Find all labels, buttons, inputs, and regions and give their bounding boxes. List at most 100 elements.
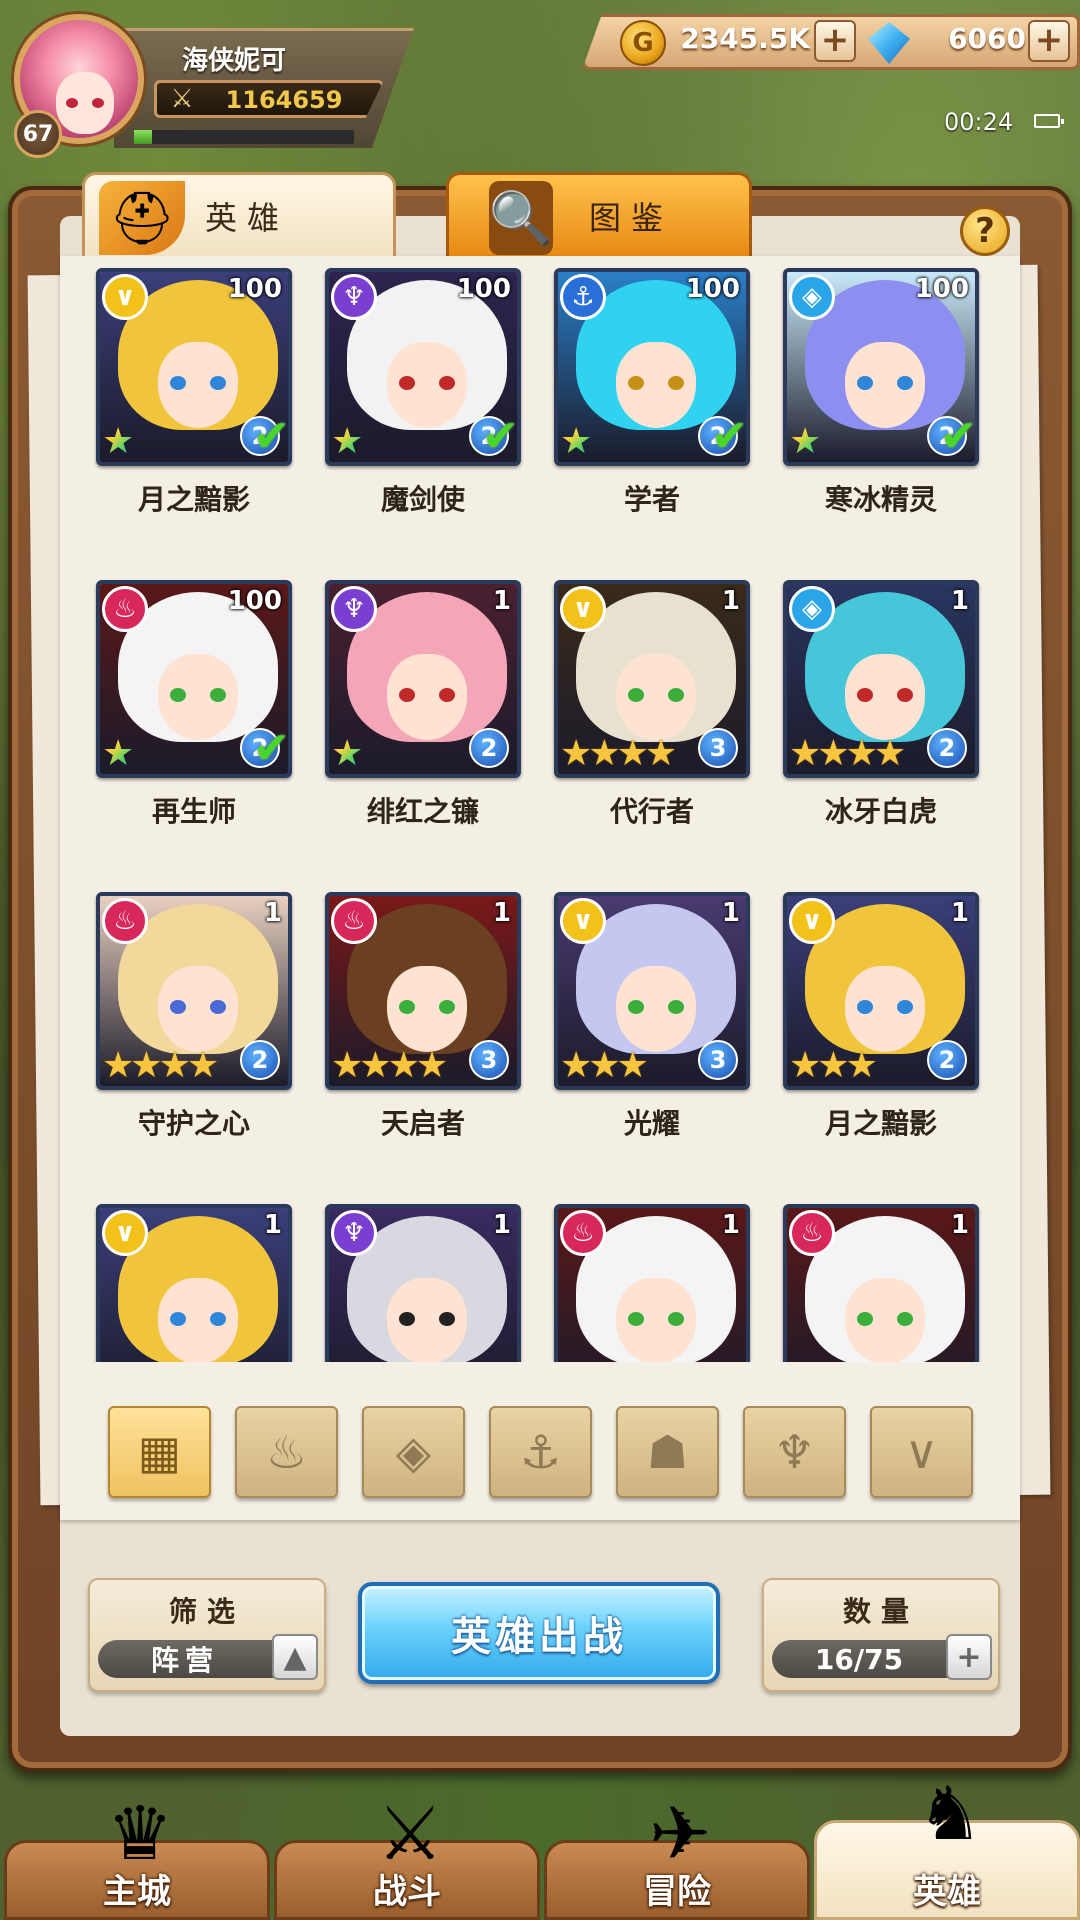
hero-card-cell[interactable]: ♆ 1 ★ 2 绯红之镰 [325, 580, 521, 892]
hero-name: 冰牙白虎 [824, 795, 937, 828]
hero-grid-scroll[interactable]: ∨ 100 ★ 2 ✔ 月之黯影 ♆ 100 ★ 2 ✔ 魔剑使 ⚓ 100 ★ 2 ✔ 学者 ◈ 100 ★ 2 ✔ 寒冰精… [60, 262, 1020, 1362]
faction-dark-icon: ♆ [331, 586, 377, 632]
tab-codex[interactable]: 🔍 图鉴 [446, 172, 752, 256]
nav-item-0[interactable]: ♛ 主城 [4, 1791, 270, 1920]
hero-card[interactable]: ◈ 100 ★ 2 ✔ [783, 268, 979, 466]
hero-card-cell[interactable]: ♆ 100 ★ 2 ✔ 魔剑使 [325, 268, 521, 580]
hero-stars: ★ [789, 424, 821, 460]
faction-dark-icon: ♆ [331, 1210, 377, 1256]
hero-level: 1 [492, 898, 511, 928]
hero-card[interactable]: ♨ 1 [783, 1204, 979, 1362]
hero-card[interactable]: ♨ 100 ★ 2 ✔ [96, 580, 292, 778]
hero-card[interactable]: ∨ 100 ★ 2 ✔ [96, 268, 292, 466]
nav-label: 英雄 [913, 1872, 981, 1912]
hero-portrait-eye [399, 1312, 415, 1326]
add-gold-button[interactable]: + [814, 20, 856, 62]
hero-card-cell[interactable]: ∨ 100 ★ 2 ✔ 月之黯影 [96, 268, 292, 580]
grid-icon: ▦ [137, 1425, 182, 1479]
hero-grade-badge: 2 [927, 1040, 967, 1080]
wings-icon: ∨ [904, 1425, 939, 1479]
hero-card-cell[interactable]: ∨ 1 ★ ★ ★ 3 光耀 [554, 892, 750, 1204]
help-button[interactable]: ? [960, 206, 1010, 256]
hero-helmet-icon: ♞ [916, 1771, 984, 1857]
tab-codex-label: 图鉴 [589, 198, 674, 237]
hero-card-cell[interactable]: ⚓ 100 ★ 2 ✔ 学者 [554, 268, 750, 580]
hero-portrait-eye [668, 376, 684, 390]
checkmark-icon: ✔ [253, 411, 290, 462]
hero-grid: ∨ 100 ★ 2 ✔ 月之黯影 ♆ 100 ★ 2 ✔ 魔剑使 ⚓ 100 ★ 2 ✔ 学者 ◈ 100 ★ 2 ✔ 寒冰精… [96, 268, 979, 1362]
filter-beast-button[interactable]: ☗ [616, 1406, 719, 1498]
magnifier-icon: 🔍 [489, 181, 553, 255]
hero-level: 1 [263, 898, 282, 928]
filter-water-button[interactable]: ⚓ [489, 1406, 592, 1498]
tab-heroes[interactable]: ⛑ 英雄 [82, 172, 396, 256]
hero-level: 100 [456, 274, 511, 304]
hero-card-cell[interactable]: ♨ 1 ★ ★ ★ ★ 2 守护之心 [96, 892, 292, 1204]
hero-level: 1 [721, 898, 740, 928]
hero-card[interactable]: ♆ 1 ★ 2 [325, 580, 521, 778]
filter-ice-button[interactable]: ◈ [362, 1406, 465, 1498]
hero-portrait-eye [399, 688, 415, 702]
filter-toggle-button[interactable]: ▲ [272, 1634, 318, 1680]
faction-light-icon: ∨ [560, 586, 606, 632]
hero-card-cell[interactable]: ∨ 1 [96, 1204, 292, 1362]
hero-card-cell[interactable]: ♨ 1 [554, 1204, 750, 1362]
beast-head-icon: ☗ [646, 1425, 689, 1479]
faction-light-icon: ∨ [789, 898, 835, 944]
add-gems-button[interactable]: + [1028, 20, 1070, 62]
count-title: 数量 [842, 1595, 919, 1628]
hero-grade-badge: 3 [698, 728, 738, 768]
faction-dark-icon: ♆ [331, 274, 377, 320]
hero-card-cell[interactable]: ♨ 100 ★ 2 ✔ 再生师 [96, 580, 292, 892]
hero-portrait-eye [857, 1312, 873, 1326]
hero-card[interactable]: ∨ 1 ★ ★ ★ 3 [554, 892, 750, 1090]
hero-card-cell[interactable]: ♨ 1 ★ ★ ★ ★ 3 天启者 [325, 892, 521, 1204]
hero-level: 1 [492, 586, 511, 616]
filter-all-button[interactable]: ▦ [108, 1406, 211, 1498]
nav-item-3[interactable]: ♞ 英雄 [814, 1771, 1080, 1920]
hero-stars: ★ ★ ★ ★ [331, 1048, 448, 1084]
hero-card-cell[interactable]: ∨ 1 ★ ★ ★ ★ 3 代行者 [554, 580, 750, 892]
nav-item-2[interactable]: ✈ 冒险 [544, 1791, 810, 1920]
hero-card-cell[interactable]: ◈ 100 ★ 2 ✔ 寒冰精灵 [783, 268, 979, 580]
hero-card[interactable]: ♆ 1 [325, 1204, 521, 1362]
hero-name: 绯红之镰 [366, 795, 479, 828]
hero-card[interactable]: ∨ 1 ★ ★ ★ ★ 3 [554, 580, 750, 778]
hero-portrait-eye [439, 688, 455, 702]
faction-fire-icon: ♨ [102, 586, 148, 632]
hero-card-cell[interactable]: ◈ 1 ★ ★ ★ ★ 2 冰牙白虎 [783, 580, 979, 892]
hero-portrait-eye [897, 1000, 913, 1014]
hero-stars: ★ [331, 424, 363, 460]
hero-card[interactable]: ♆ 100 ★ 2 ✔ [325, 268, 521, 466]
hero-name: 代行者 [609, 795, 694, 828]
faction-water-icon: ⚓ [560, 274, 606, 320]
hero-card[interactable]: ♨ 1 ★ ★ ★ ★ 2 [96, 892, 292, 1090]
deploy-heroes-button[interactable]: 英雄出战 [358, 1582, 720, 1684]
hero-name: 学者 [623, 483, 680, 516]
nav-item-1[interactable]: ⚔ 战斗 [274, 1791, 540, 1920]
hero-card[interactable]: ◈ 1 ★ ★ ★ ★ 2 [783, 580, 979, 778]
filter-fire-button[interactable]: ♨ [235, 1406, 338, 1498]
hero-card-cell[interactable]: ♆ 1 [325, 1204, 521, 1362]
hero-card[interactable]: ⚓ 100 ★ 2 ✔ [554, 268, 750, 466]
gold-amount: 2345.5K [680, 22, 810, 55]
expand-capacity-button[interactable]: + [946, 1634, 992, 1680]
hero-name: 寒冰精灵 [824, 483, 937, 516]
star-icon: ★ [560, 421, 593, 462]
hero-card[interactable]: ∨ 1 [96, 1204, 292, 1362]
diamond-icon: ◈ [395, 1425, 432, 1479]
star-icon: ★ [186, 1045, 220, 1086]
filter-dark-button[interactable]: ♆ [743, 1406, 846, 1498]
hero-portrait-eye [628, 1312, 644, 1326]
hero-portrait-eye [170, 688, 186, 702]
hero-portrait-eye [668, 1000, 684, 1014]
hero-card-cell[interactable]: ∨ 1 ★ ★ ★ 2 月之黯影 [783, 892, 979, 1204]
hero-card[interactable]: ∨ 1 ★ ★ ★ 2 [783, 892, 979, 1090]
filter-light-button[interactable]: ∨ [870, 1406, 973, 1498]
hero-card[interactable]: ♨ 1 [554, 1204, 750, 1362]
checkmark-icon: ✔ [482, 411, 519, 462]
hero-card-cell[interactable]: ♨ 1 [783, 1204, 979, 1362]
hero-card[interactable]: ♨ 1 ★ ★ ★ ★ 3 [325, 892, 521, 1090]
hero-name: 月之黯影 [824, 1107, 937, 1140]
hero-stars: ★ [102, 736, 134, 772]
